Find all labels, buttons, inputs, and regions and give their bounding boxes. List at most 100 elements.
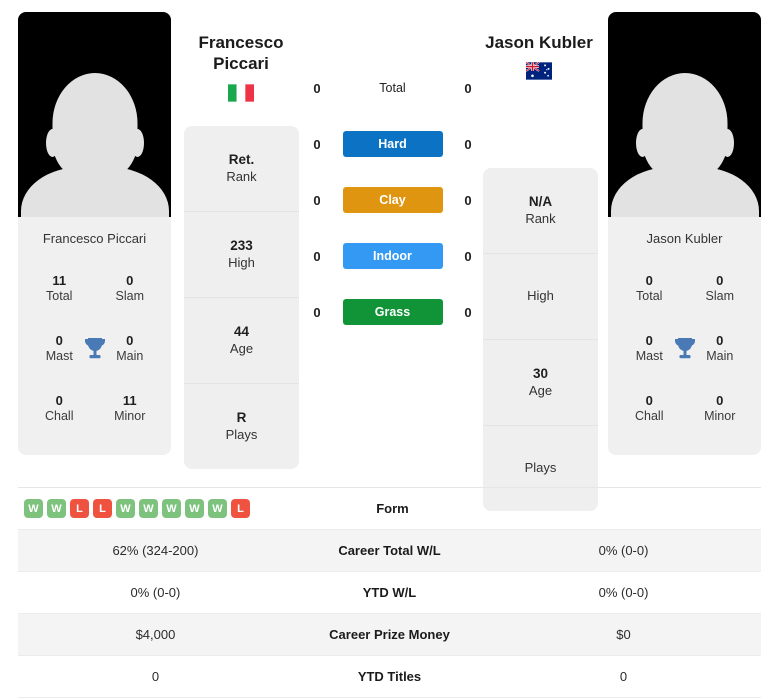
titles-slam-label: Slam bbox=[705, 288, 734, 303]
h2h-row-clay: 0 Clay 0 bbox=[305, 172, 480, 228]
titles-total-label: Total bbox=[46, 288, 73, 303]
avatar-photo-left bbox=[18, 12, 171, 217]
stat-row-ytd-titles: 0 YTD Titles 0 bbox=[18, 656, 761, 698]
info-rank-label: Rank bbox=[525, 210, 556, 226]
player-comparison-page: Francesco Piccari 11 Total 0 Slam 0 Mast… bbox=[0, 0, 779, 699]
italy-flag-icon bbox=[228, 83, 254, 102]
australia-flag-icon bbox=[526, 62, 552, 80]
titles-chall-label: Chall bbox=[45, 408, 74, 423]
info-card-right: N/A Rank High 30 Age Plays bbox=[483, 168, 598, 511]
titles-chall-left: 0 Chall bbox=[24, 393, 95, 425]
stat-value-right: 0 bbox=[619, 669, 628, 684]
info-age-label: Age bbox=[528, 382, 553, 398]
stat-row-career-prize-money: $4,000 Career Prize Money $0 bbox=[18, 614, 761, 656]
h2h-right-score: 0 bbox=[464, 248, 472, 264]
avatar-silhouette-icon bbox=[19, 73, 171, 217]
info-high-left: 233 High bbox=[184, 212, 299, 298]
titles-minor-value: 0 bbox=[716, 392, 724, 408]
titles-row: 0 Mast 0 Main bbox=[24, 319, 165, 379]
info-high-label: High bbox=[527, 288, 554, 304]
info-age-value: 44 bbox=[233, 324, 250, 340]
info-rank-right: N/A Rank bbox=[483, 168, 598, 254]
stat-value-left: $4,000 bbox=[135, 627, 176, 642]
h2h-label-clay[interactable]: Clay bbox=[342, 187, 443, 213]
h2h-label-indoor[interactable]: Indoor bbox=[342, 243, 443, 269]
form-badges-left: WWLLWWWWWL bbox=[18, 499, 297, 518]
stat-value-right: 0% (0-0) bbox=[598, 585, 649, 600]
titles-row: 0 Mast 0 Main bbox=[614, 319, 755, 379]
titles-slam-value: 0 bbox=[126, 272, 134, 288]
player-heading-right: Jason Kubler bbox=[464, 32, 614, 80]
form-badge-w[interactable]: W bbox=[139, 499, 158, 518]
form-badge-l[interactable]: L bbox=[70, 499, 89, 518]
h2h-row-grass: 0 Grass 0 bbox=[305, 284, 480, 340]
head-to-head-column: 0 Total 0 0 Hard 0 0 Clay 0 0 Indoor 0 0 bbox=[305, 60, 480, 340]
titles-slam-left: 0 Slam bbox=[95, 273, 166, 305]
h2h-row-hard: 0 Hard 0 bbox=[305, 116, 480, 172]
stat-label: Career Total W/L bbox=[338, 543, 441, 558]
stat-value-right: 0% (0-0) bbox=[598, 543, 649, 558]
avatar-silhouette-icon bbox=[609, 73, 761, 217]
titles-chall-value: 0 bbox=[55, 392, 63, 408]
player-heading-left: Francesco Piccari bbox=[166, 32, 316, 102]
h2h-row-total: 0 Total 0 bbox=[305, 60, 480, 116]
player-card-name-right: Jason Kubler bbox=[646, 231, 723, 246]
info-age-value: 30 bbox=[532, 366, 549, 382]
h2h-row-indoor: 0 Indoor 0 bbox=[305, 228, 480, 284]
avatar-photo-right bbox=[608, 12, 761, 217]
titles-chall-label: Chall bbox=[635, 408, 664, 423]
stat-row-ytd-wl: 0% (0-0) YTD W/L 0% (0-0) bbox=[18, 572, 761, 614]
info-rank-label: Rank bbox=[226, 168, 257, 184]
h2h-left-score: 0 bbox=[313, 80, 321, 96]
titles-slam-value: 0 bbox=[716, 272, 724, 288]
trophy-icon bbox=[674, 337, 695, 358]
titles-slam-label: Slam bbox=[115, 288, 144, 303]
h2h-right-score: 0 bbox=[464, 192, 472, 208]
info-high-value: 233 bbox=[230, 238, 253, 254]
titles-minor-value: 11 bbox=[122, 392, 137, 408]
h2h-label-hard[interactable]: Hard bbox=[342, 131, 443, 157]
h2h-label-total: Total bbox=[379, 81, 406, 95]
titles-total-value: 0 bbox=[645, 272, 653, 288]
titles-total-right: 0 Total bbox=[614, 273, 685, 305]
titles-grid-right: 0 Total 0 Slam 0 Mast 0 Main 0 Chall 0 M… bbox=[608, 259, 761, 455]
info-plays-label: Plays bbox=[225, 426, 258, 442]
player-card-left[interactable]: Francesco Piccari 11 Total 0 Slam 0 Mast… bbox=[18, 12, 171, 455]
titles-row: 0 Total 0 Slam bbox=[614, 259, 755, 319]
h2h-label-grass[interactable]: Grass bbox=[342, 299, 443, 325]
titles-row: 0 Chall 11 Minor bbox=[24, 379, 165, 439]
h2h-left-score: 0 bbox=[313, 192, 321, 208]
trophy-icon bbox=[84, 337, 105, 358]
player-name-right-line1: Jason Kubler bbox=[485, 33, 593, 52]
h2h-right-score: 0 bbox=[464, 80, 472, 96]
form-badge-l[interactable]: L bbox=[93, 499, 112, 518]
player-card-right[interactable]: Jason Kubler 0 Total 0 Slam 0 Mast 0 Mai… bbox=[608, 12, 761, 455]
form-badge-w[interactable]: W bbox=[47, 499, 66, 518]
form-badge-w[interactable]: W bbox=[185, 499, 204, 518]
h2h-right-score: 0 bbox=[464, 136, 472, 152]
comparison-header-area: Francesco Piccari 11 Total 0 Slam 0 Mast… bbox=[0, 0, 779, 511]
info-rank-value: N/A bbox=[528, 194, 553, 210]
h2h-left-score: 0 bbox=[313, 304, 321, 320]
titles-grid-left: 11 Total 0 Slam 0 Mast 0 Main 0 Chall 11… bbox=[18, 259, 171, 455]
form-badge-w[interactable]: W bbox=[116, 499, 135, 518]
form-badge-w[interactable]: W bbox=[162, 499, 181, 518]
titles-minor-right: 0 Minor bbox=[685, 393, 756, 425]
stat-label: Career Prize Money bbox=[329, 627, 450, 642]
info-card-left: Ret. Rank 233 High 44 Age R Plays bbox=[184, 126, 299, 469]
h2h-right-score: 0 bbox=[464, 304, 472, 320]
stats-comparison-table: WWLLWWWWWL Form 62% (324-200) Career Tot… bbox=[18, 487, 761, 698]
form-badge-w[interactable]: W bbox=[208, 499, 227, 518]
titles-total-value: 11 bbox=[52, 272, 67, 288]
info-plays-label: Plays bbox=[524, 460, 557, 476]
stat-row-career-total-wl: 62% (324-200) Career Total W/L 0% (0-0) bbox=[18, 530, 761, 572]
stat-value-left: 0% (0-0) bbox=[130, 585, 181, 600]
stat-label: YTD W/L bbox=[362, 585, 417, 600]
form-badge-l[interactable]: L bbox=[231, 499, 250, 518]
info-age-left: 44 Age bbox=[184, 298, 299, 384]
form-badge-w[interactable]: W bbox=[24, 499, 43, 518]
titles-minor-label: Minor bbox=[704, 408, 736, 423]
titles-chall-value: 0 bbox=[645, 392, 653, 408]
stat-row-form: WWLLWWWWWL Form bbox=[18, 488, 761, 530]
player-card-name-left: Francesco Piccari bbox=[42, 231, 147, 246]
